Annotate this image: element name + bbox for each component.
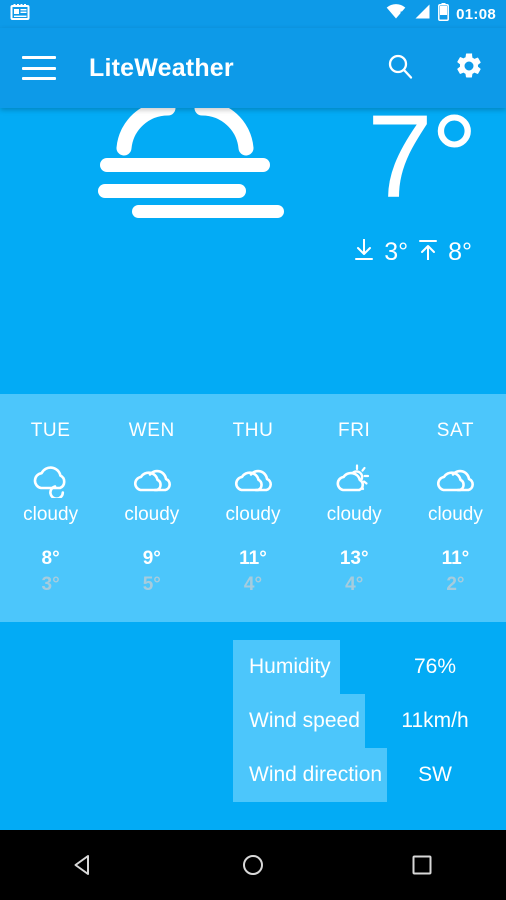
cloudy-icon bbox=[231, 464, 275, 498]
battery-icon bbox=[438, 2, 450, 26]
details-panel: Humidity 76% Wind speed 11km/h Wind dire… bbox=[0, 622, 506, 830]
home-circle-icon[interactable] bbox=[169, 852, 338, 878]
forecast-condition: cloudy bbox=[124, 504, 180, 525]
forecast-day-name: FRI bbox=[338, 420, 371, 441]
cellular-signal-icon bbox=[413, 3, 431, 25]
status-bar: 01:08 bbox=[0, 0, 506, 28]
news-notification-icon bbox=[10, 3, 30, 26]
cloudy-icon bbox=[433, 464, 477, 498]
forecast-low: 5° bbox=[142, 574, 161, 595]
detail-value: 11km/h bbox=[401, 709, 469, 732]
app-bar: LiteWeather bbox=[0, 28, 506, 108]
forecast-day[interactable]: FRI cloudy 13° 4° bbox=[304, 394, 405, 622]
forecast-high: 11° bbox=[441, 548, 470, 569]
partly-cloudy-icon bbox=[332, 464, 376, 498]
forecast-low: 4° bbox=[243, 574, 263, 595]
forecast-condition: cloudy bbox=[225, 504, 281, 525]
cloudy-icon bbox=[130, 464, 174, 498]
android-nav-bar bbox=[0, 830, 506, 900]
current-condition-icon bbox=[98, 100, 290, 223]
weather-app-screen: 7° 3° 8° 01:08 LiteWeather TUE cloudy 8°… bbox=[0, 0, 506, 900]
arrow-down-to-line-icon bbox=[353, 237, 375, 268]
forecast-day-name: WEN bbox=[128, 420, 175, 441]
forecast-day[interactable]: WEN cloudy 9° 5° bbox=[101, 394, 202, 622]
forecast-low: 3° bbox=[41, 574, 60, 595]
forecast-day[interactable]: SAT cloudy 11° 2° bbox=[405, 394, 506, 622]
forecast-day-name: SAT bbox=[436, 420, 475, 441]
detail-row: Wind direction SW bbox=[0, 748, 506, 802]
current-temperature: 7° bbox=[367, 91, 478, 223]
forecast-condition: cloudy bbox=[326, 504, 382, 525]
back-triangle-icon[interactable] bbox=[0, 852, 169, 878]
cloudy-icon bbox=[29, 464, 73, 498]
detail-label: Wind speed bbox=[249, 709, 360, 732]
forecast-high: 9° bbox=[142, 548, 161, 569]
current-temperature-block: 7° 3° 8° bbox=[353, 91, 478, 268]
detail-value: SW bbox=[418, 763, 452, 786]
search-icon[interactable] bbox=[386, 52, 414, 85]
forecast-day-name: TUE bbox=[30, 420, 71, 441]
forecast-high: 11° bbox=[239, 548, 267, 569]
detail-row: Humidity 76% bbox=[0, 640, 506, 694]
forecast-condition: cloudy bbox=[427, 504, 483, 525]
page-title: LiteWeather bbox=[89, 53, 234, 82]
arrow-up-to-line-icon bbox=[417, 237, 439, 268]
hamburger-menu-icon[interactable] bbox=[22, 56, 56, 80]
current-high-temperature: 8° bbox=[448, 237, 472, 266]
wifi-no-internet-icon bbox=[386, 3, 406, 25]
status-bar-clock: 01:08 bbox=[456, 5, 496, 23]
forecast-day-name: THU bbox=[232, 420, 274, 441]
forecast-strip: TUE cloudy 8° 3° WEN cloudy 9° 5° THU cl… bbox=[0, 394, 506, 622]
detail-row: Wind speed 11km/h bbox=[0, 694, 506, 748]
detail-value: 76% bbox=[413, 655, 457, 678]
current-min-max: 3° 8° bbox=[353, 237, 476, 268]
current-low-temperature: 3° bbox=[384, 237, 409, 266]
forecast-high: 13° bbox=[339, 548, 369, 569]
forecast-high: 8° bbox=[41, 548, 60, 569]
forecast-low: 2° bbox=[446, 574, 465, 595]
gear-icon[interactable] bbox=[454, 51, 484, 86]
forecast-day[interactable]: THU cloudy 11° 4° bbox=[202, 394, 303, 622]
forecast-condition: cloudy bbox=[23, 504, 79, 525]
detail-label: Humidity bbox=[249, 655, 331, 678]
forecast-low: 4° bbox=[345, 574, 364, 595]
detail-label: Wind direction bbox=[249, 763, 383, 786]
forecast-day[interactable]: TUE cloudy 8° 3° bbox=[0, 394, 101, 622]
recents-square-icon[interactable] bbox=[337, 852, 506, 878]
